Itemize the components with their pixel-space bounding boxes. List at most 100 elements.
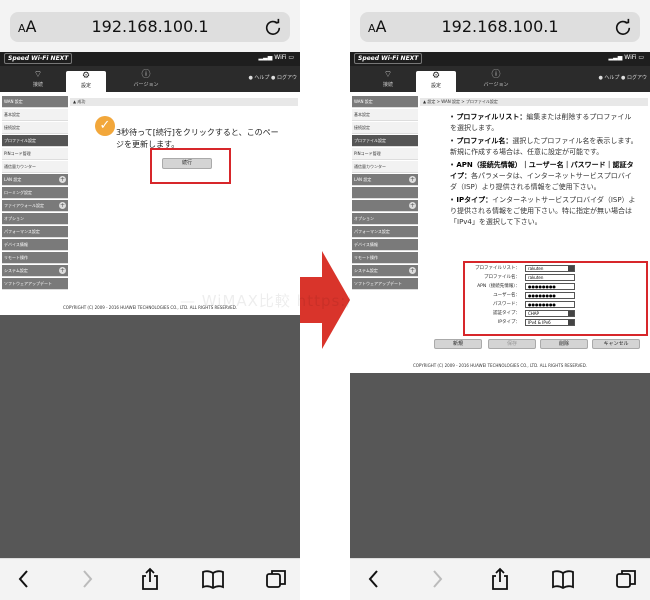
menu-counter[interactable]: 通信量カウンター: [352, 161, 418, 173]
safari-toolbar: [0, 558, 300, 600]
safari-address-bar: AA 192.168.100.1: [0, 0, 300, 50]
menu-profile[interactable]: プロファイル設定: [2, 135, 68, 147]
menu-system[interactable]: システム設定 +: [352, 265, 418, 277]
menu-device[interactable]: デバイス情報: [2, 239, 68, 251]
blank-page-area: [0, 315, 300, 558]
help-bullet: • IPタイプ：インターネットサービスプロバイダ（ISP）より提供される情報をご…: [450, 196, 636, 226]
bookmarks-icon[interactable]: [551, 567, 575, 591]
tab-version[interactable]: ⓘ バージョン: [128, 70, 164, 92]
forward-icon[interactable]: [425, 567, 449, 591]
menu-firewall[interactable]: ファイアウォール設定 +: [2, 200, 68, 212]
brand-logo: Speed Wi-Fi NEXT: [354, 53, 423, 64]
menu-performance[interactable]: パフォーマンス設定: [352, 226, 418, 238]
logout-link[interactable]: ログアウ: [627, 75, 647, 81]
menu-option[interactable]: オプション: [2, 213, 68, 225]
expand-icon: +: [409, 176, 416, 183]
apn-input[interactable]: ●●●●●●●●: [525, 283, 575, 290]
tab-version[interactable]: ⓘ バージョン: [478, 70, 514, 92]
help-icon: ●: [248, 75, 253, 81]
info-icon: ⓘ: [491, 70, 501, 80]
menu-remote[interactable]: リモート操作: [352, 252, 418, 264]
router-content: WAN 設定 基本設定 接続設定 プロファイル設定 PINコード管理 通信量カウ…: [350, 92, 650, 373]
content-header: ▲ 成功: [70, 98, 298, 106]
menu-item-blank[interactable]: [352, 187, 418, 199]
form-row-profile-name: プロファイル名： rakuten: [470, 274, 640, 282]
forward-icon[interactable]: [75, 567, 99, 591]
wifi-icon: ⌔: [383, 70, 393, 80]
new-button[interactable]: 新規: [434, 339, 482, 349]
menu-basic[interactable]: 基本設定: [352, 109, 418, 121]
save-button[interactable]: 保存: [488, 339, 536, 349]
continue-button[interactable]: 続行: [162, 158, 212, 169]
copyright: COPYRIGHT (C) 2009 - 2016 HUAWEI TECHNOL…: [412, 363, 588, 368]
help-link[interactable]: ヘルプ: [604, 75, 619, 81]
cancel-button[interactable]: キャンセル: [592, 339, 640, 349]
settings-menu: WAN 設定 基本設定 接続設定 プロファイル設定 PINコード管理 通信量カウ…: [2, 96, 68, 291]
menu-profile[interactable]: プロファイル設定: [352, 135, 418, 147]
menu-wan[interactable]: WAN 設定: [352, 96, 418, 108]
reload-icon[interactable]: [264, 18, 282, 36]
menu-lan[interactable]: LAN 設定 +: [352, 174, 418, 186]
menu-device[interactable]: デバイス情報: [352, 239, 418, 251]
share-icon[interactable]: [488, 567, 512, 591]
profile-list-select[interactable]: rakuten: [525, 265, 575, 272]
help-bullet: • APN（接続先情報）｜ユーザー名｜パスワード｜認証タイプ：各パラメータは、イ…: [450, 161, 634, 191]
auth-type-select[interactable]: CHAP: [525, 310, 575, 317]
router-brand-bar: Speed Wi-Fi NEXT ▂▃▅ WiFi ▭: [0, 52, 300, 66]
menu-pin[interactable]: PINコード管理: [2, 148, 68, 160]
menu-pin[interactable]: PINコード管理: [352, 148, 418, 160]
tab-connect[interactable]: ⌔ 接続: [20, 70, 56, 92]
password-input[interactable]: ●●●●●●●●: [525, 301, 575, 308]
menu-counter[interactable]: 通信量カウンター: [2, 161, 68, 173]
right-screenshot: AA 192.168.100.1 Speed Wi-Fi NEXT ▂▃▅ Wi…: [350, 0, 650, 600]
logout-link[interactable]: ログアウ: [277, 75, 297, 81]
menu-connection[interactable]: 接続設定: [352, 122, 418, 134]
settings-menu: WAN 設定 基本設定 接続設定 プロファイル設定 PINコード管理 通信量カウ…: [352, 96, 418, 291]
tab-settings[interactable]: ⚙ 設定: [416, 71, 456, 92]
menu-basic[interactable]: 基本設定: [2, 109, 68, 121]
menu-system[interactable]: システム設定 +: [2, 265, 68, 277]
brand-logo: Speed Wi-Fi NEXT: [4, 53, 73, 64]
help-text: • プロファイルリスト：編集または削除するプロファイルを選択します。 • プロフ…: [450, 112, 638, 230]
menu-remote[interactable]: リモート操作: [2, 252, 68, 264]
menu-option[interactable]: オプション: [352, 213, 418, 225]
menu-performance[interactable]: パフォーマンス設定: [2, 226, 68, 238]
share-icon[interactable]: [138, 567, 162, 591]
tabs-icon[interactable]: [264, 567, 288, 591]
form-row-username: ユーザー名： ●●●●●●●●: [470, 292, 640, 300]
ip-type-select[interactable]: IPv4 & IPv6: [525, 319, 575, 326]
blank-page-area: [350, 373, 650, 558]
tab-settings[interactable]: ⚙ 設定: [66, 71, 106, 92]
tab-connect[interactable]: ⌔ 接続: [370, 70, 406, 92]
menu-connection[interactable]: 接続設定: [2, 122, 68, 134]
menu-lan[interactable]: LAN 設定 +: [2, 174, 68, 186]
wifi-status: WiFi: [274, 54, 287, 61]
wifi-status: WiFi: [624, 54, 637, 61]
menu-wan[interactable]: WAN 設定: [2, 96, 68, 108]
breadcrumb: ▲ 設定 > WAN 設定 > プロファイル設定: [420, 98, 648, 106]
reload-icon[interactable]: [614, 18, 632, 36]
delete-button[interactable]: 削除: [540, 339, 588, 349]
profile-name-input[interactable]: rakuten: [525, 274, 575, 281]
back-icon[interactable]: [362, 567, 386, 591]
menu-roaming[interactable]: ローミング設定: [2, 187, 68, 199]
menu-update[interactable]: ソフトウェアアップデート: [2, 278, 68, 290]
bookmarks-icon[interactable]: [201, 567, 225, 591]
gear-icon: ⚙: [81, 71, 91, 81]
back-icon[interactable]: [12, 567, 36, 591]
url-field[interactable]: AA 192.168.100.1: [10, 12, 290, 42]
help-icon: ●: [598, 75, 603, 81]
status-icons: ▂▃▅ WiFi ▭: [608, 54, 644, 61]
safari-address-bar: AA 192.168.100.1: [350, 0, 650, 50]
menu-item-blank[interactable]: +: [352, 200, 418, 212]
username-input[interactable]: ●●●●●●●●: [525, 292, 575, 299]
expand-icon: +: [409, 202, 416, 209]
check-icon: ✓: [95, 116, 115, 136]
url-field[interactable]: AA 192.168.100.1: [360, 12, 640, 42]
help-bullet: • プロファイルリスト：編集または削除するプロファイルを選択します。: [450, 113, 632, 132]
help-link[interactable]: ヘルプ: [254, 75, 269, 81]
wifi-icon: ⌔: [33, 70, 43, 80]
menu-update[interactable]: ソフトウェアアップデート: [352, 278, 418, 290]
url-text: 192.168.100.1: [441, 17, 559, 36]
tabs-icon[interactable]: [614, 567, 638, 591]
